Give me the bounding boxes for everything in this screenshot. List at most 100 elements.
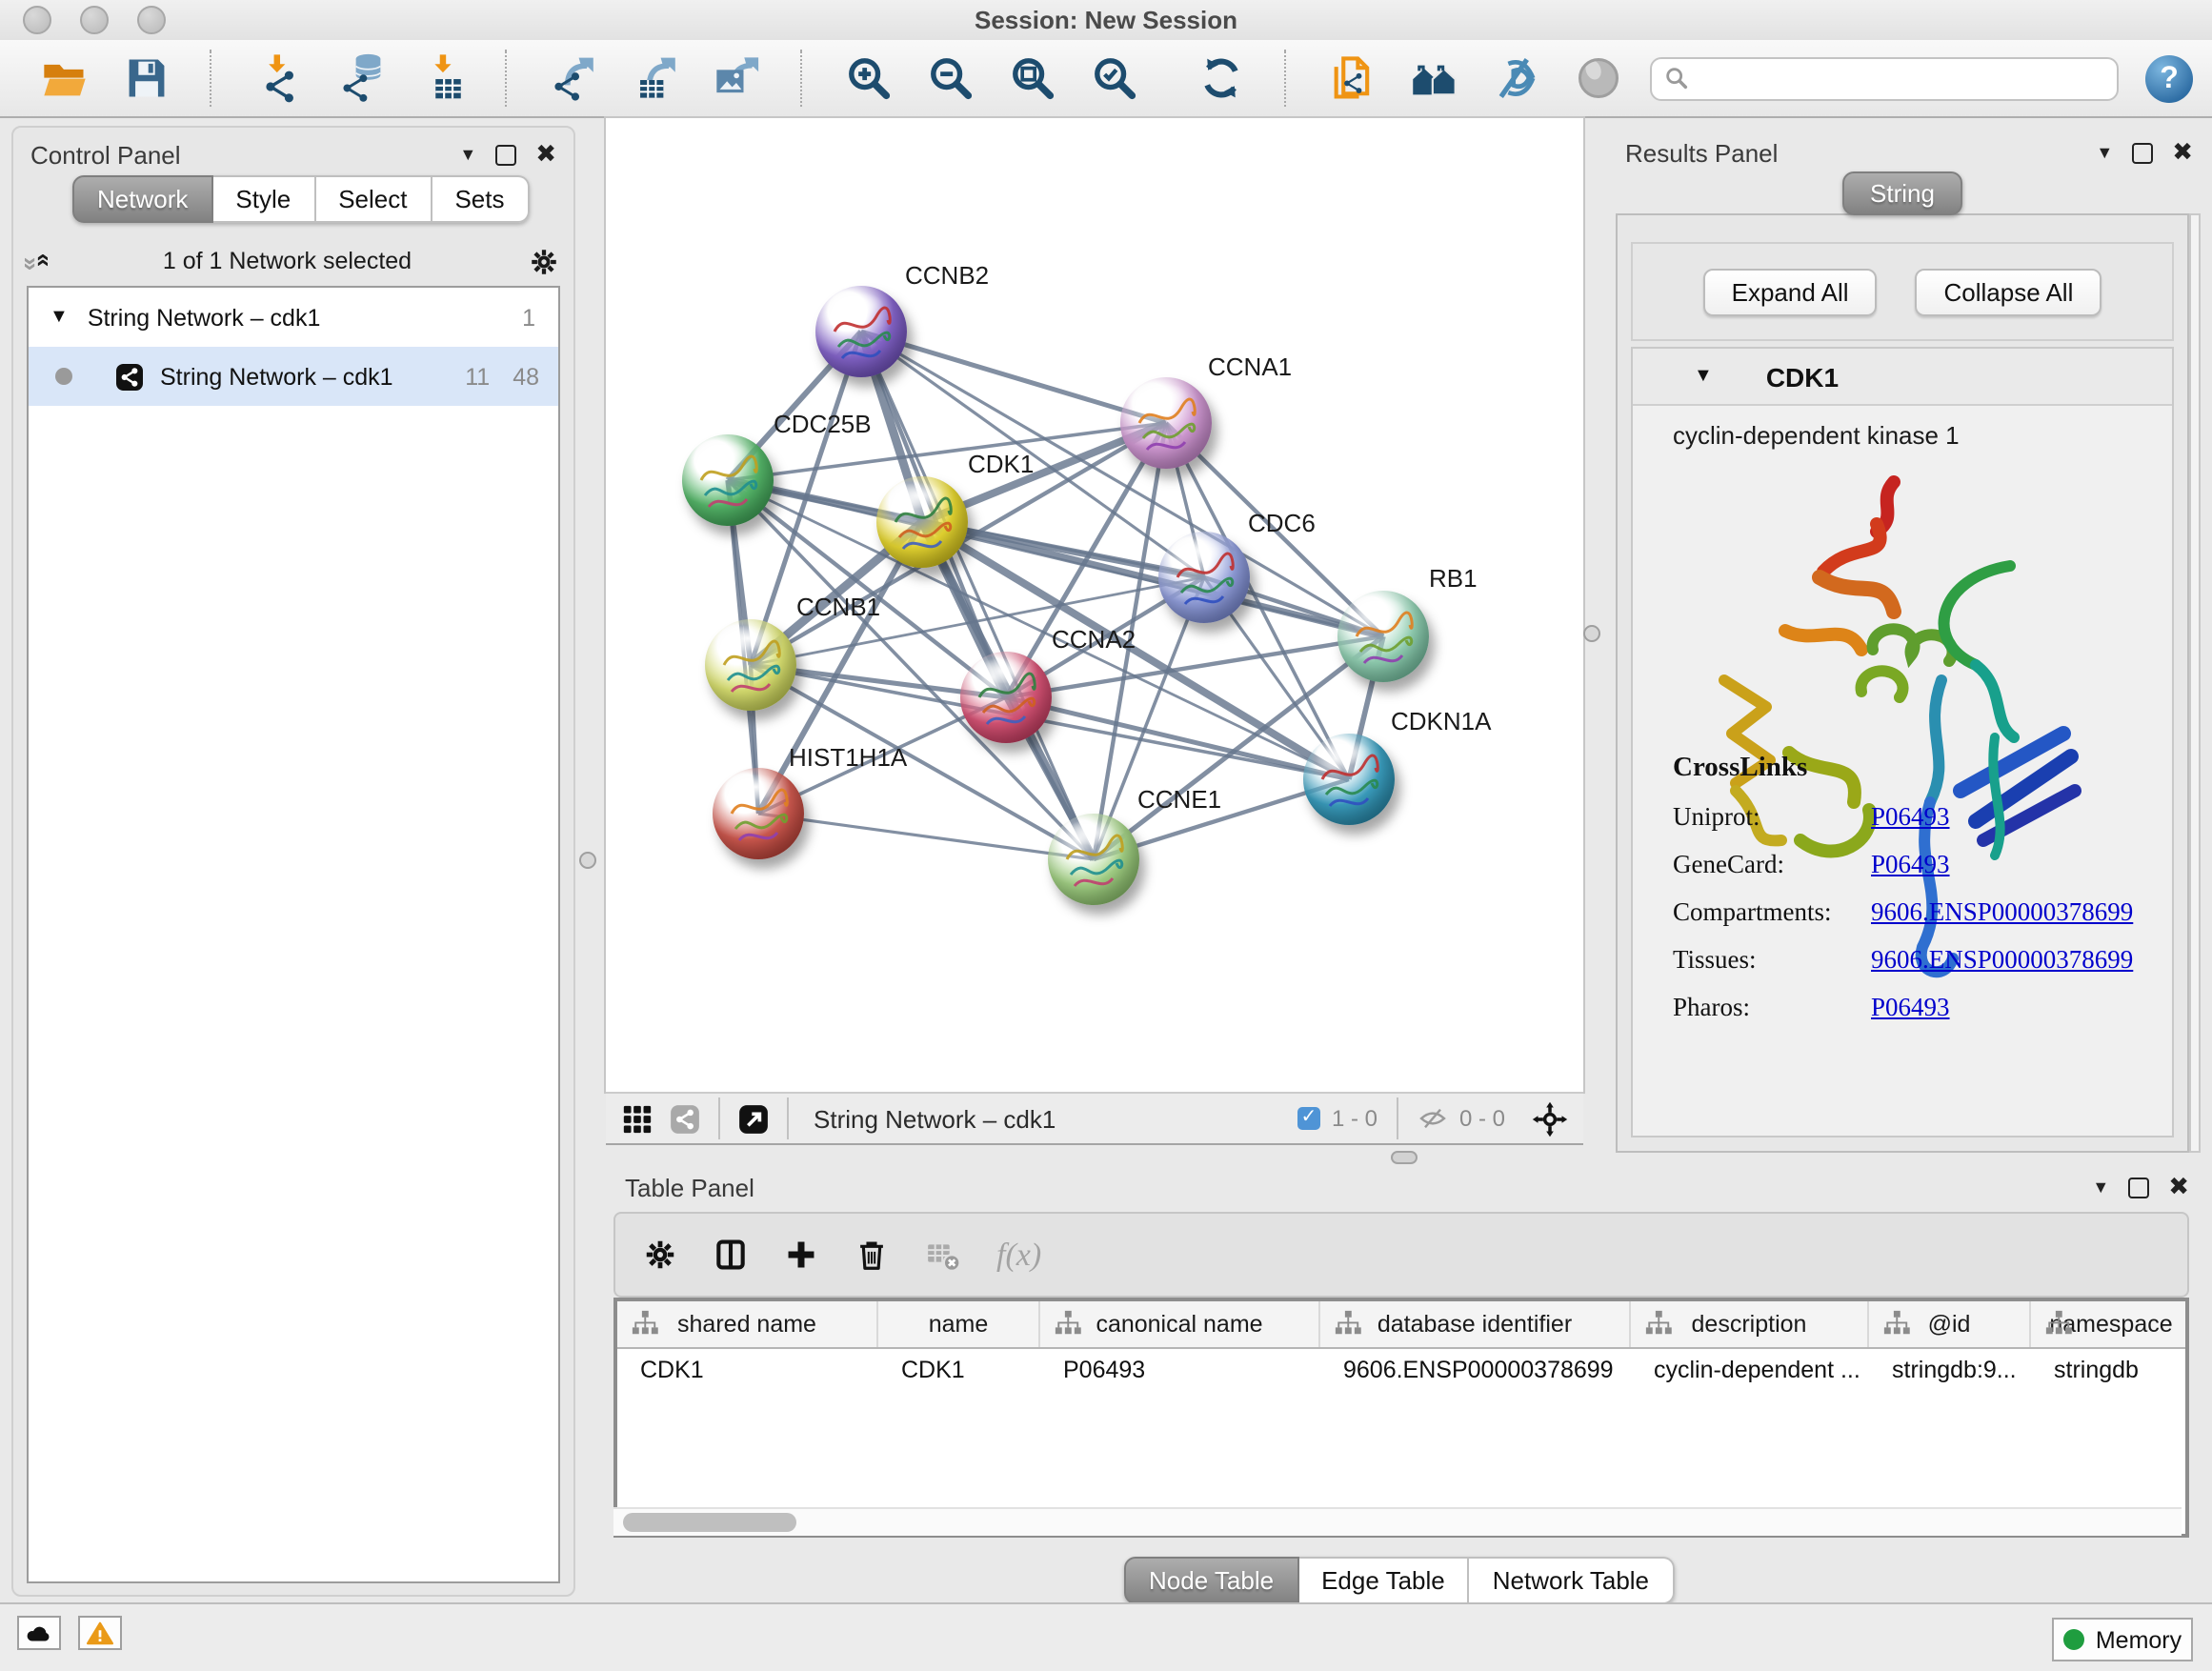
left-splitter-handle[interactable] <box>579 852 596 869</box>
column-header-namespace[interactable]: namespace <box>2031 1301 2189 1347</box>
warnings-button[interactable] <box>78 1616 122 1650</box>
network-node-ccnb2[interactable] <box>815 286 907 377</box>
tab-edge-table[interactable]: Edge Table <box>1298 1557 1470 1604</box>
float-panel-icon[interactable] <box>2132 142 2153 163</box>
export-image-icon[interactable] <box>703 46 770 111</box>
memory-button[interactable]: Memory <box>2052 1618 2193 1661</box>
network-node-cdk1[interactable] <box>876 476 968 568</box>
import-network-file-icon[interactable] <box>244 46 311 111</box>
crosslink-link[interactable]: 9606.ENSP00000378699 <box>1871 945 2133 974</box>
memory-status-dot-icon <box>2063 1629 2084 1650</box>
tab-string[interactable]: String <box>1841 171 1963 215</box>
help-button[interactable]: ? <box>2145 54 2193 102</box>
panel-menu-icon[interactable]: ▼ <box>2092 1178 2109 1197</box>
column-header-database-identifier[interactable]: database identifier <box>1320 1301 1631 1347</box>
network-list-toolbar: » » 1 of 1 Network selected <box>27 238 560 284</box>
tab-sets[interactable]: Sets <box>432 175 529 223</box>
collapse-all-button[interactable]: Collapse All <box>1916 268 2102 315</box>
network-options-gear-icon[interactable] <box>528 245 560 277</box>
network-node-ccnb1[interactable] <box>705 619 796 711</box>
panel-menu-icon[interactable]: ▼ <box>459 145 476 164</box>
network-badge-icon[interactable] <box>669 1102 701 1135</box>
network-node-cdc6[interactable] <box>1158 532 1250 623</box>
network-node-hist1h1a[interactable] <box>713 768 804 859</box>
column-header-description[interactable]: description <box>1631 1301 1869 1347</box>
network-edge-count: 48 <box>513 363 539 390</box>
panel-menu-icon[interactable]: ▼ <box>2096 143 2113 162</box>
gene-description: cyclin-dependent kinase 1 <box>1673 421 1960 450</box>
import-table-icon[interactable] <box>408 46 474 111</box>
network-edges <box>606 118 1583 1092</box>
fit-selected-crosshair-icon[interactable] <box>1532 1100 1568 1137</box>
cloud-icon <box>25 1619 53 1647</box>
close-panel-icon[interactable]: ✖ <box>535 139 556 170</box>
float-panel-icon[interactable] <box>495 144 516 165</box>
selected-checkbox-icon[interactable]: ✓ <box>1297 1107 1320 1130</box>
birds-eye-view-icon[interactable] <box>621 1102 654 1135</box>
add-column-icon[interactable] <box>783 1237 819 1273</box>
zoom-out-icon[interactable] <box>916 46 983 111</box>
table-panel: Table Panel ▼ ✖ f(x) <box>596 1166 2212 1602</box>
gene-name: CDK1 <box>1766 361 1839 392</box>
split-columns-icon[interactable] <box>713 1237 749 1273</box>
network-canvas[interactable]: CCNB2CCNA1CDC25BCDK1CDC6RB1CCNB1CCNA2CDK… <box>606 118 1583 1092</box>
zoom-in-icon[interactable] <box>835 46 901 111</box>
search-input[interactable] <box>1690 63 2105 93</box>
collection-expand-icon[interactable]: ▼ <box>50 307 69 328</box>
close-panel-icon[interactable]: ✖ <box>2172 137 2193 168</box>
network-node-ccna1[interactable] <box>1120 377 1212 469</box>
network-node-ccna2[interactable] <box>960 652 1052 743</box>
crosslink-link[interactable]: 9606.ENSP00000378699 <box>1871 897 2133 926</box>
sphere-icon[interactable] <box>1564 46 1631 111</box>
crosslink-row: GeneCard:P06493 <box>1673 850 2133 880</box>
expand-all-networks-icon[interactable]: » <box>28 256 56 266</box>
cloud-status-button[interactable] <box>17 1616 61 1650</box>
right-splitter-handle[interactable] <box>1583 625 1600 642</box>
column-header-canonical-name[interactable]: canonical name <box>1040 1301 1320 1347</box>
network-collection-row[interactable]: ▼ String Network – cdk1 1 <box>29 288 558 347</box>
tab-node-table[interactable]: Node Table <box>1124 1557 1298 1604</box>
crosslink-link[interactable]: P06493 <box>1871 993 1950 1021</box>
expand-all-button[interactable]: Expand All <box>1703 268 1878 315</box>
zoom-fit-icon[interactable] <box>998 46 1065 111</box>
network-node-ccne1[interactable] <box>1048 814 1139 905</box>
table-header: shared namenamecanonical namedatabase id… <box>617 1301 2185 1349</box>
table-horizontal-scrollbar[interactable] <box>613 1507 2182 1536</box>
network-row-selected[interactable]: String Network – cdk1 11 48 <box>29 347 558 406</box>
gear-icon[interactable] <box>642 1237 678 1273</box>
refresh-icon[interactable] <box>1187 46 1254 111</box>
import-network-database-icon[interactable] <box>326 46 392 111</box>
save-session-icon[interactable] <box>112 46 179 111</box>
horizontal-splitter-handle[interactable] <box>1391 1151 1418 1164</box>
crosslink-label: Tissues: <box>1673 945 1871 976</box>
float-panel-icon[interactable] <box>2128 1177 2149 1198</box>
network-node-cdc25b[interactable] <box>682 434 774 526</box>
network-node-cdkn1a[interactable] <box>1303 734 1395 825</box>
tab-select[interactable]: Select <box>315 175 432 223</box>
column-header-shared-name[interactable]: shared name <box>617 1301 878 1347</box>
homes-icon[interactable] <box>1400 46 1467 111</box>
table-row[interactable]: CDK1CDK1P064939606.ENSP00000378699cyclin… <box>617 1349 2185 1395</box>
crosslink-link[interactable]: P06493 <box>1871 802 1950 831</box>
export-network-icon[interactable] <box>539 46 606 111</box>
crosslink-link[interactable]: P06493 <box>1871 850 1950 878</box>
gene-section-header[interactable]: ▼ CDK1 <box>1633 349 2172 406</box>
hidden-eye-icon[interactable] <box>1418 1103 1448 1134</box>
tab-network[interactable]: Network <box>72 175 212 223</box>
export-table-icon[interactable] <box>621 46 688 111</box>
delete-icon[interactable] <box>854 1237 890 1273</box>
tab-style[interactable]: Style <box>212 175 315 223</box>
table-toolbar: f(x) <box>613 1212 2189 1298</box>
open-session-icon[interactable] <box>30 46 97 111</box>
share-document-icon[interactable] <box>1318 46 1385 111</box>
tab-network-table[interactable]: Network Table <box>1470 1557 1674 1604</box>
section-collapse-icon[interactable]: ▼ <box>1694 366 1713 387</box>
open-in-new-window-icon[interactable] <box>737 1102 770 1135</box>
zoom-selected-icon[interactable] <box>1080 46 1147 111</box>
column-header-name[interactable]: name <box>878 1301 1040 1347</box>
results-scrollbar[interactable] <box>2189 213 2201 1153</box>
column-header-@id[interactable]: @id <box>1869 1301 2031 1347</box>
network-node-rb1[interactable] <box>1337 591 1429 682</box>
hide-panels-icon[interactable] <box>1482 46 1549 111</box>
close-panel-icon[interactable]: ✖ <box>2168 1172 2189 1202</box>
